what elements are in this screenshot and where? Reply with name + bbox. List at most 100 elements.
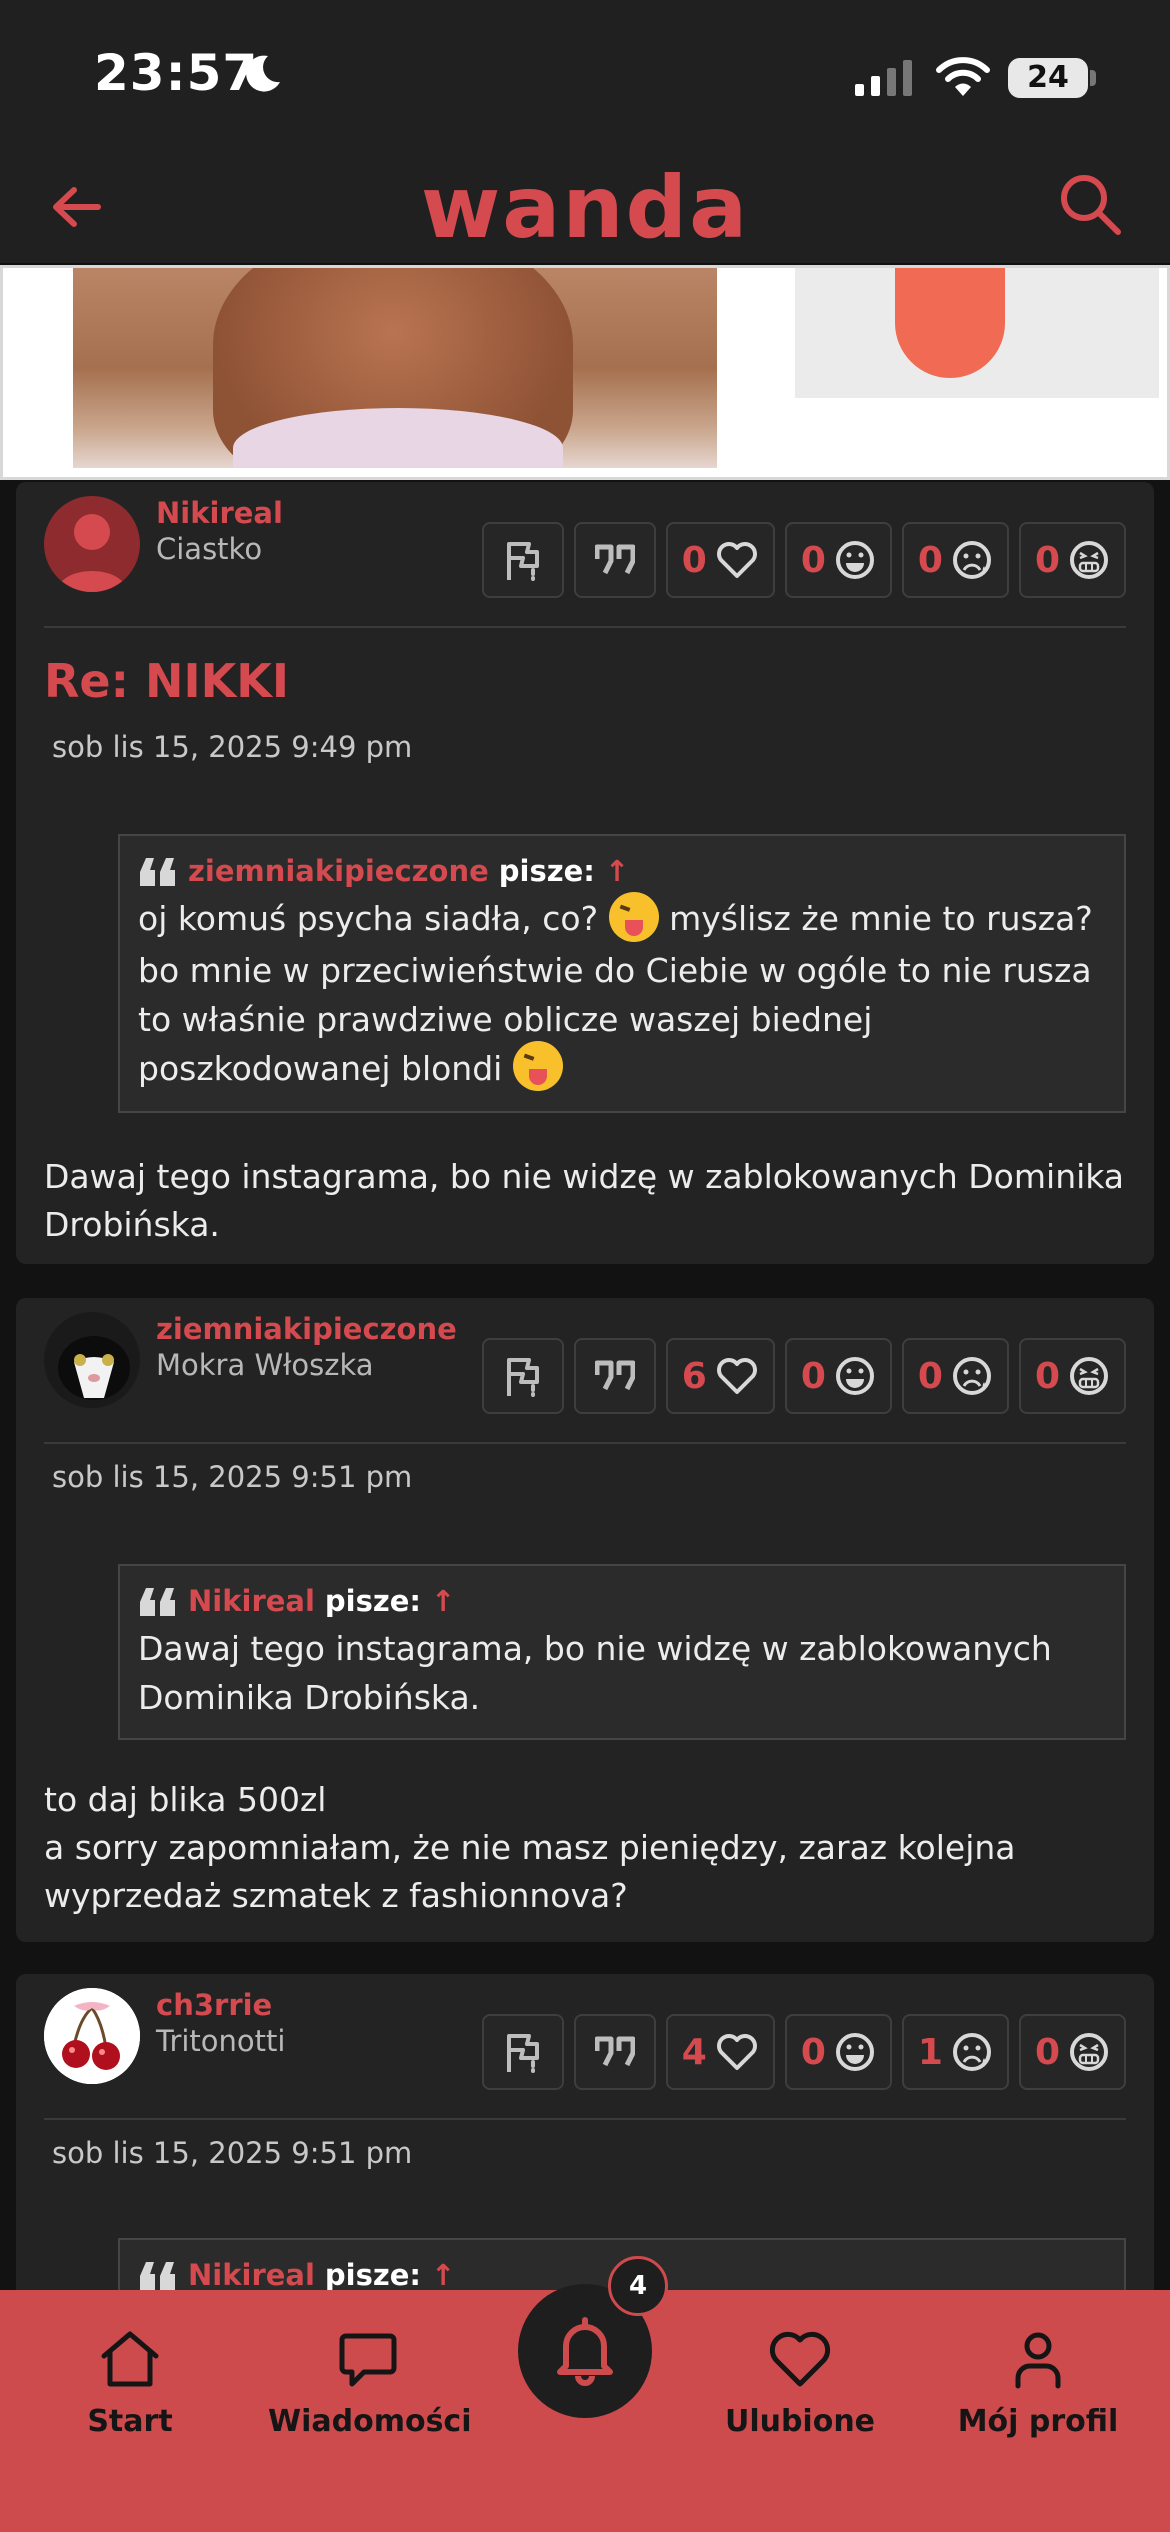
tab-messages[interactable]: Wiadomości <box>268 2328 472 2439</box>
avatar[interactable] <box>44 1312 140 1408</box>
attachment-images <box>0 265 1170 480</box>
notification-badge: 4 <box>608 2256 668 2316</box>
quote-jump-link[interactable]: ↑ <box>431 2258 455 2292</box>
quote-block: ziemniakipieczone pisze: ↑ oj komuś psyc… <box>118 834 1126 1113</box>
app-header: wanda <box>0 150 1170 265</box>
laugh-reaction-button[interactable]: 0 <box>784 522 892 598</box>
quote-block: Nikireal pisze: ↑ Dawaj tego instagrama,… <box>118 1564 1126 1740</box>
quote-author[interactable]: Nikireal <box>188 1584 315 1618</box>
post-username[interactable]: ziemniakipieczone <box>156 1312 457 1346</box>
laugh-reaction-button[interactable]: 0 <box>784 1338 892 1414</box>
quote-author[interactable]: Nikireal <box>188 2258 315 2292</box>
quote-button[interactable] <box>573 2014 656 2090</box>
angry-count: 0 <box>1034 1355 1060 1397</box>
laugh-face-icon <box>835 1357 874 1395</box>
report-button[interactable] <box>481 1338 564 1414</box>
tab-label: Start <box>87 2404 173 2439</box>
grimace-face-icon <box>1070 1357 1108 1395</box>
sad-face-icon <box>952 1357 991 1395</box>
quote-mark-icon <box>140 858 175 886</box>
cat-avatar-image <box>44 1312 140 1408</box>
post-username[interactable]: ch3rrie <box>156 1988 272 2022</box>
post-username[interactable]: Nikireal <box>156 496 283 530</box>
report-flag-icon <box>506 542 539 581</box>
quote-says-label: pisze: <box>324 2258 422 2292</box>
moon-icon <box>246 55 280 92</box>
tab-start[interactable]: Start <box>30 2328 230 2439</box>
post-text-line: to daj blika 500zl <box>44 1780 327 1819</box>
quote-mark-icon <box>140 1588 175 1616</box>
avatar[interactable] <box>44 1988 140 2084</box>
quote-text-part: oj komuś psycha siadła, co? <box>138 899 599 938</box>
quote-author[interactable]: ziemniakipieczone <box>188 854 489 888</box>
angry-reaction-button[interactable]: 0 <box>1018 522 1126 598</box>
wifi-icon <box>936 57 990 96</box>
tab-label: Wiadomości <box>268 2404 472 2439</box>
laugh-count: 0 <box>800 539 826 581</box>
quote-icon <box>594 1360 635 1391</box>
post-actions: 0 0 0 0 <box>481 522 1126 598</box>
bell-icon <box>557 2317 613 2386</box>
post-actions: 4 0 1 0 <box>481 2014 1126 2090</box>
signal-icon <box>855 60 912 96</box>
quote-icon <box>594 2036 635 2067</box>
grimace-face-icon <box>1070 2033 1108 2071</box>
heart-icon <box>716 1358 757 1394</box>
forum-post: ch3rrie Tritonotti 4 0 1 0 sob lis 15, 2… <box>16 1974 1154 2310</box>
sad-reaction-button[interactable]: 1 <box>901 2014 1009 2090</box>
post-text: to daj blika 500zl a sorry zapomniałam, … <box>44 1776 1126 1920</box>
post-title[interactable]: Re: NIKKI <box>44 654 1126 708</box>
attachment-image[interactable] <box>795 268 1159 398</box>
chat-bubble-icon <box>339 2333 397 2387</box>
sad-reaction-button[interactable]: 0 <box>901 1338 1009 1414</box>
laugh-face-icon <box>835 541 874 579</box>
grimace-face-icon <box>1070 541 1108 579</box>
user-icon <box>1015 2332 1061 2389</box>
tongue-wink-emoji <box>512 1041 563 1091</box>
angry-reaction-button[interactable]: 0 <box>1018 2014 1126 2090</box>
quote-button[interactable] <box>573 1338 656 1414</box>
post-date: sob lis 15, 2025 9:49 pm <box>52 730 413 764</box>
quote-jump-link[interactable]: ↑ <box>605 854 629 888</box>
post-text-line: a sorry zapomniałam, że nie masz pienięd… <box>44 1828 1016 1915</box>
report-button[interactable] <box>481 522 564 598</box>
cherries-avatar-image <box>44 1988 140 2084</box>
sad-face-icon <box>952 2033 991 2071</box>
battery-indicator: 24 <box>1008 58 1088 98</box>
quote-says-label: pisze: <box>498 854 595 888</box>
sad-count: 0 <box>917 1355 943 1397</box>
angry-count: 0 <box>1034 2031 1060 2073</box>
laugh-count: 0 <box>800 1355 826 1397</box>
quote-button[interactable] <box>573 522 656 598</box>
post-header: ziemniakipieczone Mokra Włoszka 6 0 0 0 <box>44 1298 1126 1444</box>
angry-count: 0 <box>1034 539 1060 581</box>
sad-reaction-button[interactable]: 0 <box>901 522 1009 598</box>
laugh-reaction-button[interactable]: 0 <box>784 2014 892 2090</box>
post-header: Nikireal Ciastko 0 0 0 0 <box>44 482 1126 628</box>
like-reaction-button[interactable]: 0 <box>665 522 775 598</box>
tab-profile[interactable]: Mój profil <box>938 2328 1138 2439</box>
tab-favorites[interactable]: Ulubione <box>700 2328 900 2439</box>
sad-count: 1 <box>917 2031 943 2073</box>
angry-reaction-button[interactable]: 0 <box>1018 1338 1126 1414</box>
tab-label: Ulubione <box>724 2404 876 2439</box>
like-reaction-button[interactable]: 4 <box>665 2014 775 2090</box>
status-bar: 23:57 24 <box>0 0 1170 150</box>
user-rank: Ciastko <box>156 532 263 566</box>
quote-jump-link[interactable]: ↑ <box>431 1584 455 1618</box>
bottom-tab-bar: Start Wiadomości 4 Ulubione Mój profil <box>0 2256 1170 2532</box>
back-arrow-icon[interactable] <box>46 176 108 238</box>
avatar[interactable] <box>44 496 140 592</box>
attachment-image[interactable] <box>73 268 717 468</box>
search-icon[interactable] <box>1056 170 1126 240</box>
app-logo[interactable]: wanda <box>420 158 750 258</box>
laugh-count: 0 <box>800 2031 826 2073</box>
like-reaction-button[interactable]: 6 <box>665 1338 775 1414</box>
quote-mark-icon <box>140 2262 175 2290</box>
sad-face-icon <box>952 541 991 579</box>
home-icon <box>101 2331 159 2387</box>
post-header: ch3rrie Tritonotti 4 0 1 0 <box>44 1974 1126 2120</box>
report-button[interactable] <box>481 2014 564 2090</box>
tab-label: Mój profil <box>957 2404 1119 2439</box>
report-flag-icon <box>506 1358 539 1397</box>
